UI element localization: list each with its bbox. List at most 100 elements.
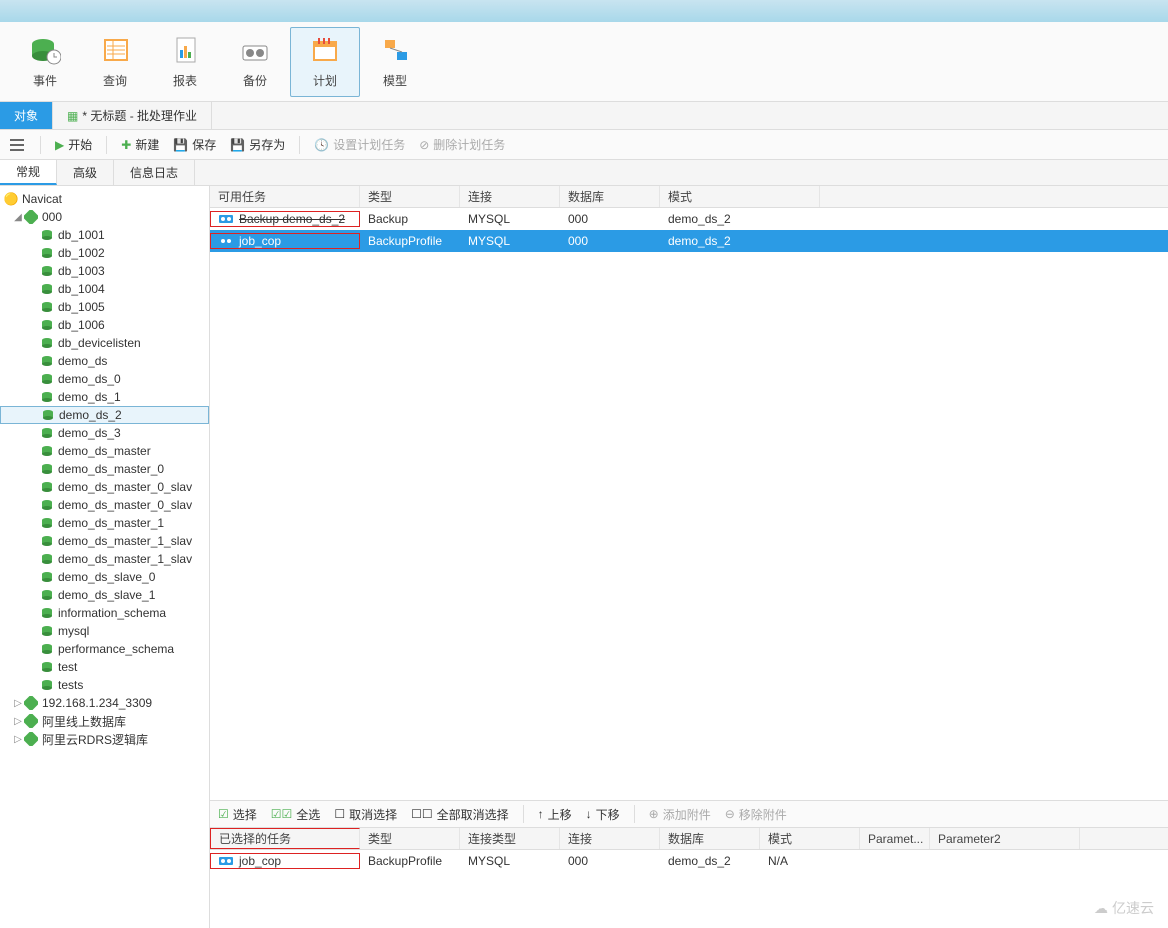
sth-db[interactable]: 数据库	[660, 828, 760, 849]
tree-db-item[interactable]: information_schema	[0, 604, 209, 622]
tabs-row: 对象 ▦ * 无标题 - 批处理作业	[0, 102, 1168, 130]
set-schedule-button[interactable]: 🕓设置计划任务	[314, 136, 405, 153]
tree-db-item[interactable]: db_1003	[0, 262, 209, 280]
table-header: 可用任务 类型 连接 数据库 模式	[210, 186, 1168, 208]
tree-db-item[interactable]: demo_ds_slave_1	[0, 586, 209, 604]
add-attachment-button[interactable]: ⊕添加附件	[649, 806, 711, 823]
tree-db-item[interactable]: db_devicelisten	[0, 334, 209, 352]
tree-db-item[interactable]: demo_ds_master_1_slav	[0, 532, 209, 550]
tree-db-item[interactable]: demo_ds_1	[0, 388, 209, 406]
tab-batch-job[interactable]: ▦ * 无标题 - 批处理作业	[53, 102, 212, 129]
table-row[interactable]: job_copBackupProfileMYSQL000demo_ds_2	[210, 230, 1168, 252]
toolbar-query[interactable]: 查询	[80, 27, 150, 97]
tree-db-item[interactable]: db_1005	[0, 298, 209, 316]
schedule-icon	[309, 34, 341, 66]
batch-icon: ▦	[67, 109, 78, 123]
menu-icon[interactable]	[8, 139, 26, 151]
toolbar-event[interactable]: 事件	[10, 27, 80, 97]
selected-tasks-table: 已选择的任务 类型 连接类型 连接 数据库 模式 Paramet... Para…	[210, 828, 1168, 928]
start-button[interactable]: ▶开始	[55, 136, 92, 153]
tree-db-item[interactable]: db_1006	[0, 316, 209, 334]
toolbar-report[interactable]: 报表	[150, 27, 220, 97]
database-icon	[40, 480, 54, 494]
database-icon	[40, 462, 54, 476]
task-icon	[219, 235, 235, 247]
database-icon	[40, 282, 54, 296]
tab-objects[interactable]: 对象	[0, 102, 53, 129]
th-task[interactable]: 可用任务	[210, 186, 360, 207]
new-button[interactable]: ✚新建	[121, 136, 159, 153]
tree-db-item[interactable]: demo_ds_slave_0	[0, 568, 209, 586]
subtab-general[interactable]: 常规	[0, 160, 57, 185]
arrow-down-icon: ↓	[586, 807, 592, 821]
tree-db-item[interactable]: db_1002	[0, 244, 209, 262]
th-type[interactable]: 类型	[360, 186, 460, 207]
select-button[interactable]: ☑选择	[218, 806, 257, 823]
select-all-button[interactable]: ☑☑全选	[271, 806, 321, 823]
sth-p1[interactable]: Paramet...	[860, 828, 930, 849]
remove-attachment-button[interactable]: ⊖移除附件	[725, 806, 787, 823]
sth-conn-type[interactable]: 连接类型	[460, 828, 560, 849]
toolbar-model[interactable]: 模型	[360, 27, 430, 97]
tree-db-item[interactable]: db_1001	[0, 226, 209, 244]
delete-schedule-button[interactable]: ⊘删除计划任务	[419, 136, 505, 153]
tree-db-item[interactable]: demo_ds_master	[0, 442, 209, 460]
th-db[interactable]: 数据库	[560, 186, 660, 207]
tree-db-item[interactable]: test	[0, 658, 209, 676]
database-icon	[40, 444, 54, 458]
sth-p2[interactable]: Parameter2	[930, 828, 1080, 849]
cloud-icon: ☁	[1094, 900, 1108, 917]
th-conn[interactable]: 连接	[460, 186, 560, 207]
tree-conn[interactable]: ◢000	[0, 208, 209, 226]
tree-db-item[interactable]: demo_ds_master_1	[0, 514, 209, 532]
save-button[interactable]: 💾保存	[173, 136, 216, 153]
sidebar-tree[interactable]: 🟡Navicat ◢000 db_1001db_1002db_1003db_10…	[0, 186, 210, 928]
tree-db-item[interactable]: demo_ds_0	[0, 370, 209, 388]
tree-db-item[interactable]: demo_ds_master_1_slav	[0, 550, 209, 568]
move-up-button[interactable]: ↑上移	[538, 806, 572, 823]
tree-conn-item[interactable]: ▷192.168.1.234_3309	[0, 694, 209, 712]
expand-icon[interactable]: ▷	[12, 716, 24, 727]
table-row[interactable]: job_copBackupProfileMYSQL000demo_ds_2N/A	[210, 850, 1168, 872]
subtab-log[interactable]: 信息日志	[114, 160, 195, 185]
tree-conn-item[interactable]: ▷阿里线上数据库	[0, 712, 209, 730]
table-row[interactable]: Backup demo_ds_2BackupMYSQL000demo_ds_2	[210, 208, 1168, 230]
tree-db-item[interactable]: demo_ds_master_0_slav	[0, 496, 209, 514]
toolbar-backup[interactable]: 备份	[220, 27, 290, 97]
tree-db-item[interactable]: db_1004	[0, 280, 209, 298]
tree-db-item[interactable]: mysql	[0, 622, 209, 640]
sth-type[interactable]: 类型	[360, 828, 460, 849]
database-icon	[40, 642, 54, 656]
database-icon	[40, 534, 54, 548]
tree-db-item[interactable]: demo_ds	[0, 352, 209, 370]
database-icon	[40, 606, 54, 620]
database-icon	[40, 372, 54, 386]
tree-db-item[interactable]: performance_schema	[0, 640, 209, 658]
saveas-button[interactable]: 💾另存为	[230, 136, 285, 153]
tree-db-item[interactable]: demo_ds_master_0	[0, 460, 209, 478]
database-icon	[40, 390, 54, 404]
task-icon	[219, 213, 235, 225]
delete-icon: ⊘	[419, 138, 429, 152]
sth-task[interactable]: 已选择的任务	[210, 828, 360, 849]
deselect-all-button[interactable]: ☐☐全部取消选择	[411, 806, 509, 823]
sth-conn[interactable]: 连接	[560, 828, 660, 849]
sth-mode[interactable]: 模式	[760, 828, 860, 849]
expand-icon[interactable]: ▷	[12, 734, 24, 745]
tree-db-item[interactable]: tests	[0, 676, 209, 694]
database-icon	[40, 552, 54, 566]
subtab-advanced[interactable]: 高级	[57, 160, 114, 185]
th-mode[interactable]: 模式	[660, 186, 820, 207]
tree-db-item[interactable]: demo_ds_master_0_slav	[0, 478, 209, 496]
tree-conn-item[interactable]: ▷阿里云RDRS逻辑库	[0, 730, 209, 748]
deselect-button[interactable]: ☐取消选择	[334, 806, 397, 823]
move-down-button[interactable]: ↓下移	[586, 806, 620, 823]
expand-icon[interactable]: ▷	[12, 698, 24, 709]
tree-db-item[interactable]: demo_ds_2	[0, 406, 209, 424]
tree-db-item[interactable]: demo_ds_3	[0, 424, 209, 442]
collapse-icon[interactable]: ◢	[12, 212, 24, 223]
connection-icon	[24, 696, 38, 710]
database-icon	[40, 426, 54, 440]
toolbar-schedule[interactable]: 计划	[290, 27, 360, 97]
tree-root[interactable]: 🟡Navicat	[0, 190, 209, 208]
